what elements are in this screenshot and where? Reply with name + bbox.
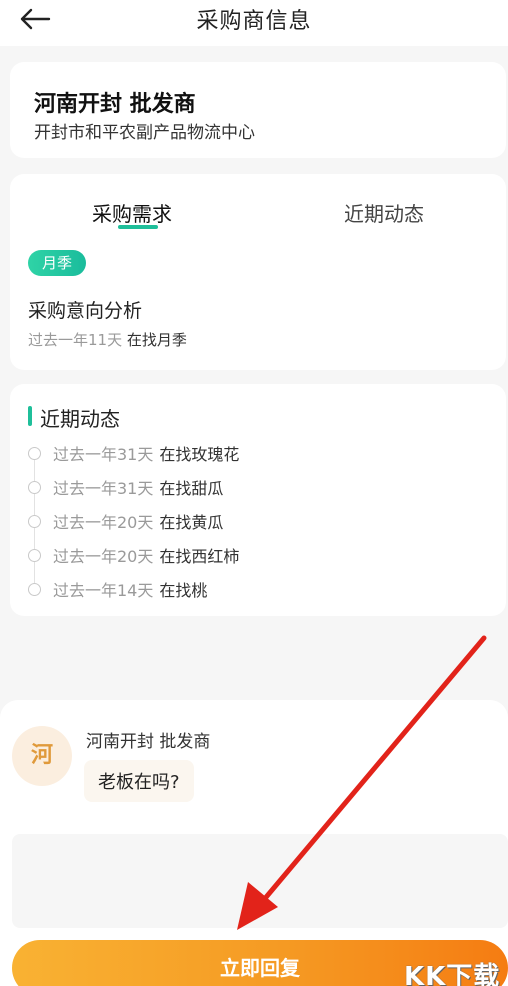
timeline-time: 过去一年20天 bbox=[53, 513, 154, 532]
purchase-intent-title: 采购意向分析 bbox=[28, 300, 143, 322]
timeline-dot-icon bbox=[28, 480, 41, 494]
purchase-intent-action: 在找月季 bbox=[126, 331, 187, 349]
app-header: 采购商信息 bbox=[0, 0, 508, 46]
timeline-dot-icon bbox=[28, 514, 41, 528]
product-badge: 月季 bbox=[28, 250, 87, 276]
timeline-time: 过去一年31天 bbox=[53, 445, 154, 464]
timeline-dot-icon bbox=[28, 548, 41, 562]
timeline-action: 在找西红柿 bbox=[159, 547, 240, 566]
timeline-dot-icon bbox=[28, 446, 41, 460]
watermark-logo: KK下载 bbox=[404, 962, 501, 986]
timeline-action: 在找玫瑰花 bbox=[159, 445, 240, 464]
activity-section-title: 近期动态 bbox=[40, 407, 120, 431]
purchase-intent-line: 过去一年11天 在找月季 bbox=[28, 329, 187, 350]
timeline-time: 过去一年31天 bbox=[53, 479, 154, 498]
timeline-dot-icon bbox=[28, 582, 41, 596]
sender-avatar: 河 bbox=[12, 726, 72, 786]
timeline-item: 过去一年31天 在找甜瓜 bbox=[28, 475, 223, 499]
timeline-item: 过去一年14天 在找桃 bbox=[28, 577, 207, 601]
timeline-action: 在找黄瓜 bbox=[159, 513, 224, 532]
activity-card: 近期动态 过去一年31天 在找玫瑰花 过去一年31天 在找甜瓜 过去一年20天 … bbox=[10, 384, 506, 616]
message-bubble: 老板在吗? bbox=[84, 760, 194, 802]
timeline-item: 过去一年20天 在找西红柿 bbox=[28, 543, 239, 567]
supplier-name: 河南开封 批发商 bbox=[34, 92, 196, 117]
timeline-action: 在找甜瓜 bbox=[159, 479, 224, 498]
tab-active-indicator bbox=[118, 225, 158, 229]
page-title: 采购商信息 bbox=[196, 9, 312, 34]
timeline-item: 过去一年31天 在找玫瑰花 bbox=[28, 441, 239, 465]
section-accent-bar bbox=[28, 406, 32, 426]
timeline-action: 在找桃 bbox=[159, 581, 208, 600]
reply-input-area[interactable] bbox=[12, 834, 508, 928]
purchase-intent-time: 过去一年11天 bbox=[28, 331, 123, 349]
tab-purchase-demand[interactable]: 采购需求 bbox=[92, 198, 172, 227]
sender-name: 河南开封 批发商 bbox=[86, 732, 211, 752]
supplier-card: 河南开封 批发商 开封市和平农副产品物流中心 bbox=[10, 62, 506, 158]
supplier-location: 开封市和平农副产品物流中心 bbox=[34, 123, 255, 143]
tab-recent-activity[interactable]: 近期动态 bbox=[344, 198, 424, 227]
timeline-time: 过去一年20天 bbox=[53, 547, 154, 566]
demand-card: 采购需求 近期动态 月季 采购意向分析 过去一年11天 在找月季 bbox=[10, 174, 506, 370]
timeline-time: 过去一年14天 bbox=[53, 581, 154, 600]
timeline-item: 过去一年20天 在找黄瓜 bbox=[28, 509, 223, 533]
